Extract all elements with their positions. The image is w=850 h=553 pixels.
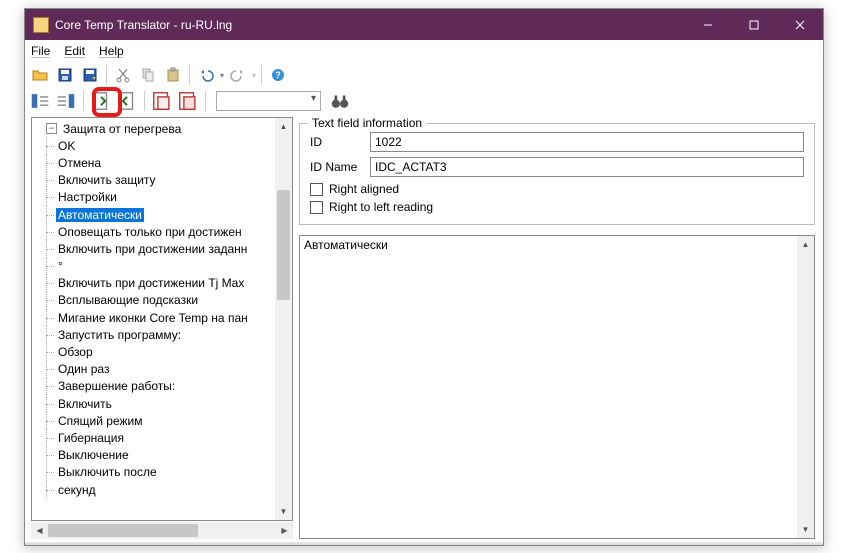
tree-item[interactable]: Автоматически [32,206,275,223]
tree-item[interactable]: Запустить программу: [32,326,275,343]
toolbar-main: ▾ ▾ ? [25,62,823,88]
idname-label: ID Name [310,160,370,174]
app-icon [33,17,49,33]
tree-item[interactable]: Выключение [32,447,275,464]
menu-help[interactable]: Help [99,44,124,58]
tree-item[interactable]: Включить при достижении Tj Max [32,275,275,292]
editor-vertical-scrollbar[interactable]: ▲ ▼ [797,236,814,538]
scroll-up-arrow[interactable]: ▲ [275,118,292,135]
tree-item[interactable]: секунд [32,481,275,498]
tree-root[interactable]: −Защита от перегрева [32,120,275,137]
close-button[interactable] [777,9,823,40]
tree-item[interactable]: Настройки [32,189,275,206]
tool-icon-5[interactable] [151,90,173,112]
tree-item[interactable]: Оповещать только при достижен [32,223,275,240]
tree-item[interactable]: Один раз [32,361,275,378]
tool-icon-4[interactable] [116,90,138,112]
scroll-thumb[interactable] [277,190,290,300]
titlebar[interactable]: Core Temp Translator - ru-RU.lng [25,9,823,40]
tree-item[interactable]: Включить [32,395,275,412]
paste-button[interactable] [162,64,184,86]
tree-view[interactable]: −Защита от перегреваOKОтменаВключить защ… [31,117,293,521]
scroll-down-arrow[interactable]: ▼ [275,503,292,520]
tool-icon-3[interactable] [90,90,112,112]
tree-item[interactable]: Спящий режим [32,412,275,429]
tool-icon-2[interactable] [55,90,77,112]
tree-item[interactable]: OK [32,137,275,154]
tree-item[interactable]: Обзор [32,343,275,360]
tree-vertical-scrollbar[interactable]: ▲ ▼ [275,118,292,520]
tree-item[interactable]: Завершение работы: [32,378,275,395]
tree-item[interactable]: ° [32,258,275,275]
maximize-button[interactable] [731,9,777,40]
menu-file[interactable]: File [31,44,50,58]
undo-button[interactable] [195,64,217,86]
group-legend: Text field information [308,116,426,130]
tree-item[interactable]: Гибернация [32,429,275,446]
window-title: Core Temp Translator - ru-RU.lng [55,18,685,32]
checkbox-icon [310,183,323,196]
text-field-info-group: Text field information ID ID Name Right … [299,123,815,225]
tree-horizontal-scrollbar[interactable]: ◀ ▶ [31,522,293,539]
tool-icon-6[interactable] [177,90,199,112]
tree-item[interactable]: Включить защиту [32,172,275,189]
collapse-icon[interactable]: − [46,123,57,134]
tree-item[interactable]: Всплывающие подсказки [32,292,275,309]
cut-button[interactable] [112,64,134,86]
tree-item[interactable]: Мигание иконки Core Temp на пан [32,309,275,326]
id-field[interactable] [370,132,804,152]
checkbox-icon [310,201,323,214]
save-button[interactable] [54,64,76,86]
right-aligned-checkbox[interactable]: Right aligned [310,182,804,196]
help-button[interactable]: ? [267,64,289,86]
binoculars-icon[interactable] [329,90,351,112]
svg-text:?: ? [275,70,281,80]
save-as-button[interactable] [79,64,101,86]
menubar: File Edit Help [25,40,823,62]
open-button[interactable] [29,64,51,86]
editor-text: Автоматически [300,236,814,254]
idname-field[interactable] [370,157,804,177]
tree-item[interactable]: Отмена [32,154,275,171]
copy-button[interactable] [137,64,159,86]
text-editor[interactable]: Автоматически ▲ ▼ [299,235,815,539]
combo-dropdown[interactable] [216,91,321,111]
menu-edit[interactable]: Edit [64,44,85,58]
id-label: ID [310,135,370,149]
rtl-checkbox[interactable]: Right to left reading [310,200,804,214]
tree-item[interactable]: Включить при достижении заданн [32,240,275,257]
redo-button[interactable] [227,64,249,86]
tool-icon-1[interactable] [29,90,51,112]
toolbar-secondary [25,88,823,114]
minimize-button[interactable] [685,9,731,40]
tree-item[interactable]: Выключить после [32,464,275,481]
